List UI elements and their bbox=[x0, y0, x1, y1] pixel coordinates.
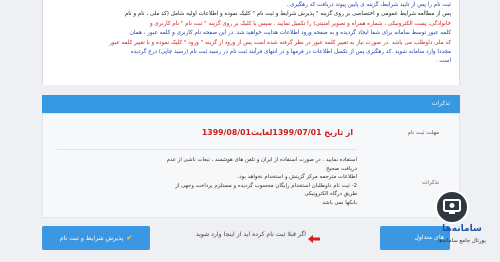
intro-line: است . bbox=[435, 58, 451, 65]
login-link[interactable]: اگر قبلا ثبت نام کرده اید از اینجا وارد … bbox=[146, 231, 306, 238]
notes-text: استفاده نمایید . در صورت استفاده از ایرا… bbox=[165, 156, 357, 208]
section-body: مهلت ثبت نام از تاریخ 1399/07/01لغایت139… bbox=[42, 113, 460, 218]
site-logo: سامانه‌ها پورتال جامع سامانه‌ها bbox=[425, 190, 500, 262]
accept-button-label: پذیرش شرایط و ثبت نام bbox=[59, 235, 124, 242]
intro-panel: ثبت نام را پس از تایید شرایط، گزینه ی پا… bbox=[42, 0, 460, 85]
arrow-left-icon bbox=[308, 235, 320, 243]
bottom-bar: ✔پذیرش شرایط و ثبت نام اگر قبلا ثبت نام … bbox=[42, 222, 460, 262]
notes-line: 2- ثبت نام داوطلبان استخدام رایگان محسوب… bbox=[175, 182, 357, 198]
divider bbox=[57, 149, 357, 150]
notes-line: استفاده نمایید . در صورت استفاده از ایرا… bbox=[166, 157, 357, 172]
logo-subtitle: پورتال جامع سامانه‌ها bbox=[438, 238, 486, 244]
logo-mark-icon bbox=[435, 190, 469, 224]
deadline-value: از تاریخ 1399/07/01لغایت1399/08/01 bbox=[201, 128, 353, 137]
intro-line: خانوادگی، پست الکترونیکی ، شماره همراه و… bbox=[149, 20, 451, 27]
accept-and-register-button[interactable]: ✔پذیرش شرایط و ثبت نام bbox=[42, 226, 150, 250]
intro-line: مجددا وارد سامانه شوید .کد رهگیری پس از … bbox=[130, 49, 451, 56]
intro-line: کد ملی داوطلب می باشد .در صورت نیاز به ت… bbox=[109, 39, 451, 46]
page: ثبت نام را پس از تایید شرایط، گزینه ی پا… bbox=[0, 0, 500, 262]
logo-title: سامانه‌ها bbox=[442, 224, 482, 234]
notes-line: اطلاعات مترجمه مرکز گزینش و استخدام نخوا… bbox=[237, 174, 357, 181]
deadline-label: مهلت ثبت نام bbox=[407, 130, 439, 136]
check-icon: ✔ bbox=[126, 234, 133, 242]
section-header: تذکرات bbox=[42, 95, 460, 113]
intro-line: پس از مطالعه شرایط عمومی و اختصاصی بر رو… bbox=[124, 11, 451, 18]
notes-label: تذکرات bbox=[422, 180, 439, 186]
intro-line: کلمه عبور توسط سامانه برای شما ایجاد گرد… bbox=[129, 30, 451, 37]
login-link-text: اگر قبلا ثبت نام کرده اید از اینجا وارد … bbox=[195, 231, 306, 238]
notes-line: بانکها نمی باشد bbox=[322, 199, 357, 206]
intro-line: ثبت نام را پس از تایید شرایط، گزینه ی پا… bbox=[286, 2, 451, 8]
